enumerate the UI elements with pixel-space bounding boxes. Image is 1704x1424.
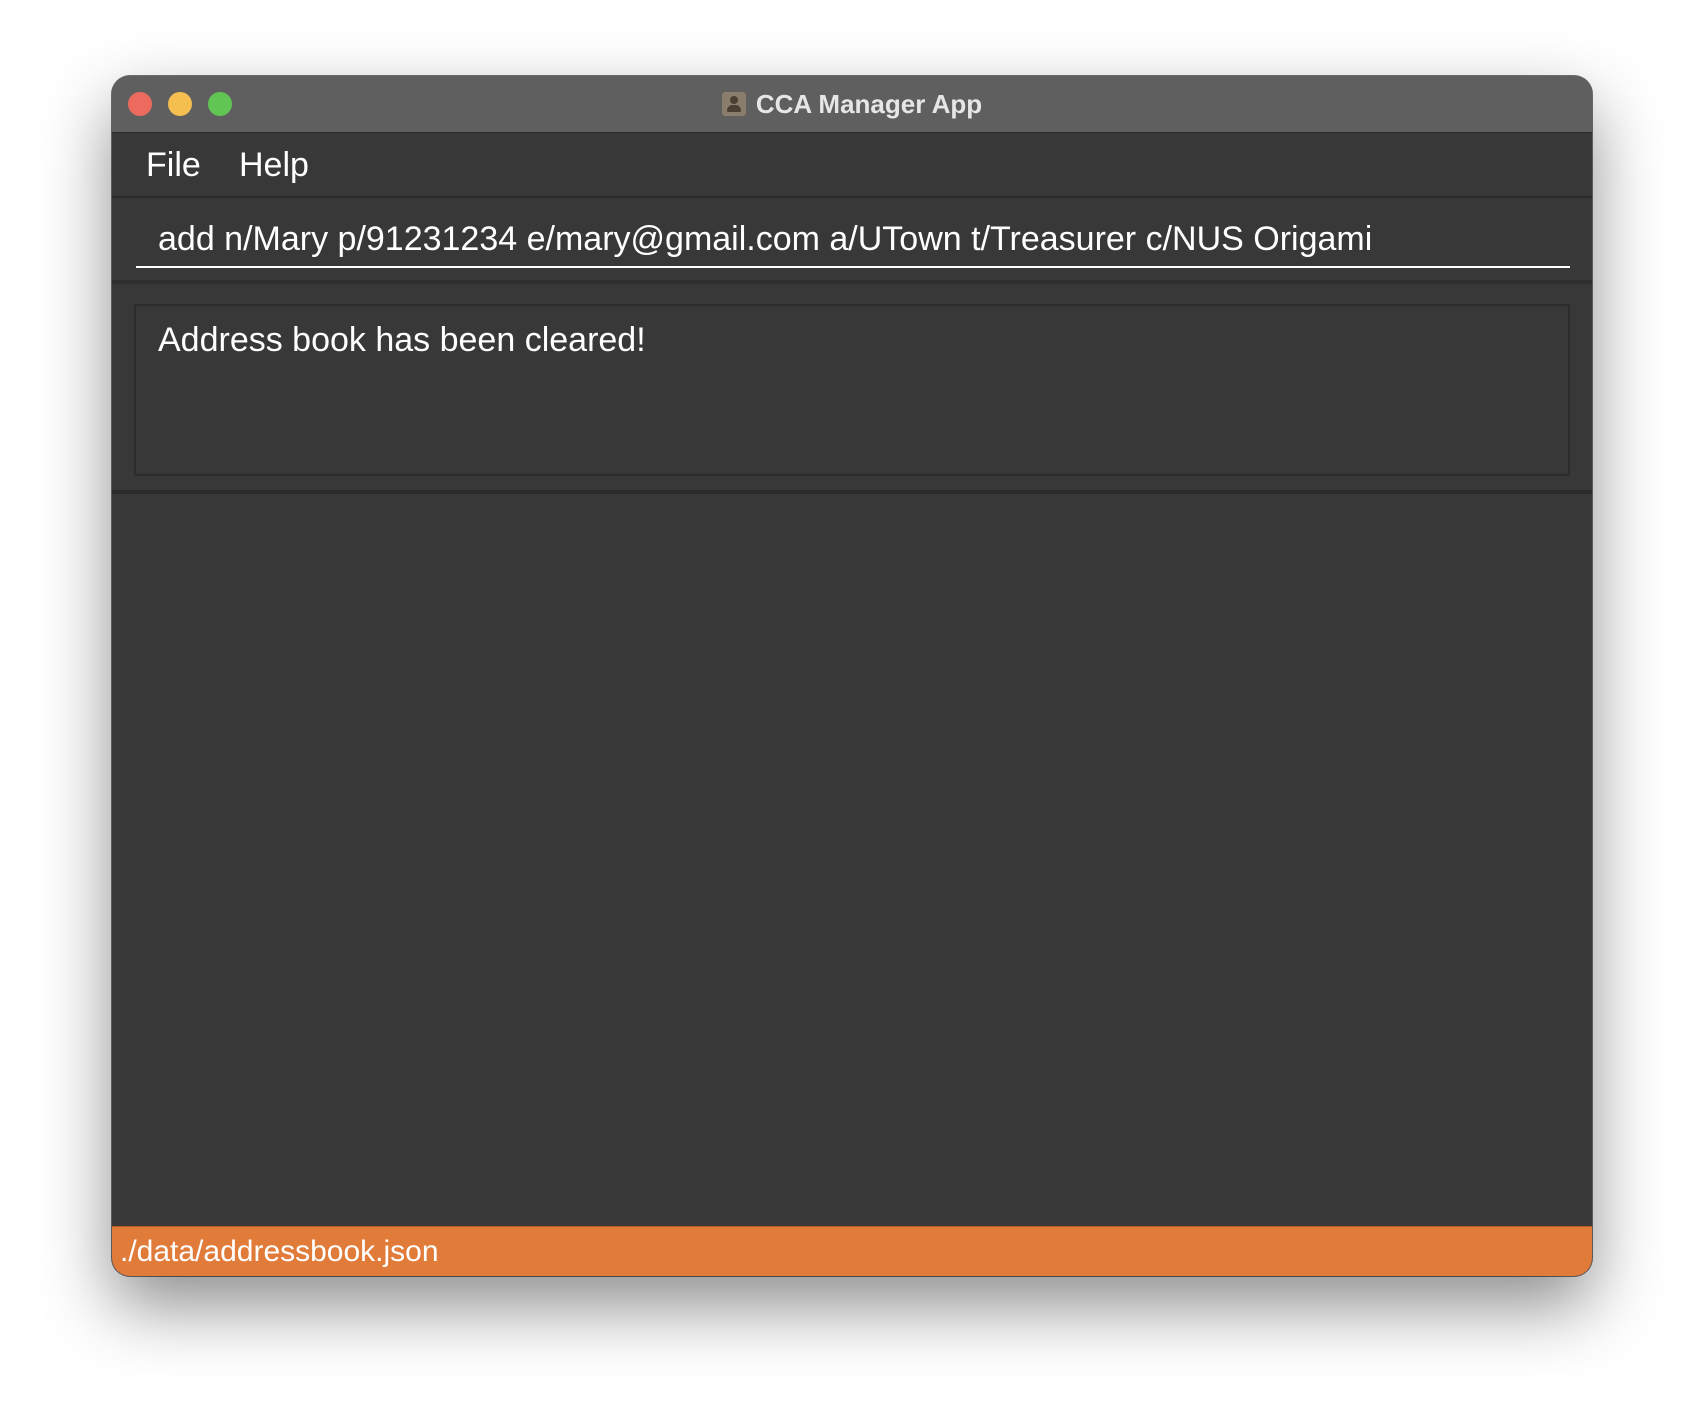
save-location-path: ./data/addressbook.json [120,1235,439,1268]
result-display: Address book has been cleared! [134,304,1570,476]
menu-help[interactable]: Help [227,145,321,185]
command-input[interactable] [136,212,1570,268]
window-title-group: CCA Manager App [112,76,1592,132]
title-bar[interactable]: CCA Manager App [112,76,1592,133]
menu-bar: File Help [112,133,1592,198]
command-divider [112,280,1592,284]
person-list-panel[interactable] [112,494,1592,1226]
menu-file[interactable]: File [134,145,213,185]
status-bar: ./data/addressbook.json [112,1226,1592,1276]
app-window: CCA Manager App File Help Address book h… [112,76,1592,1276]
window-title: CCA Manager App [755,88,983,119]
contacts-book-icon [721,92,746,116]
result-message: Address book has been cleared! [158,321,646,359]
